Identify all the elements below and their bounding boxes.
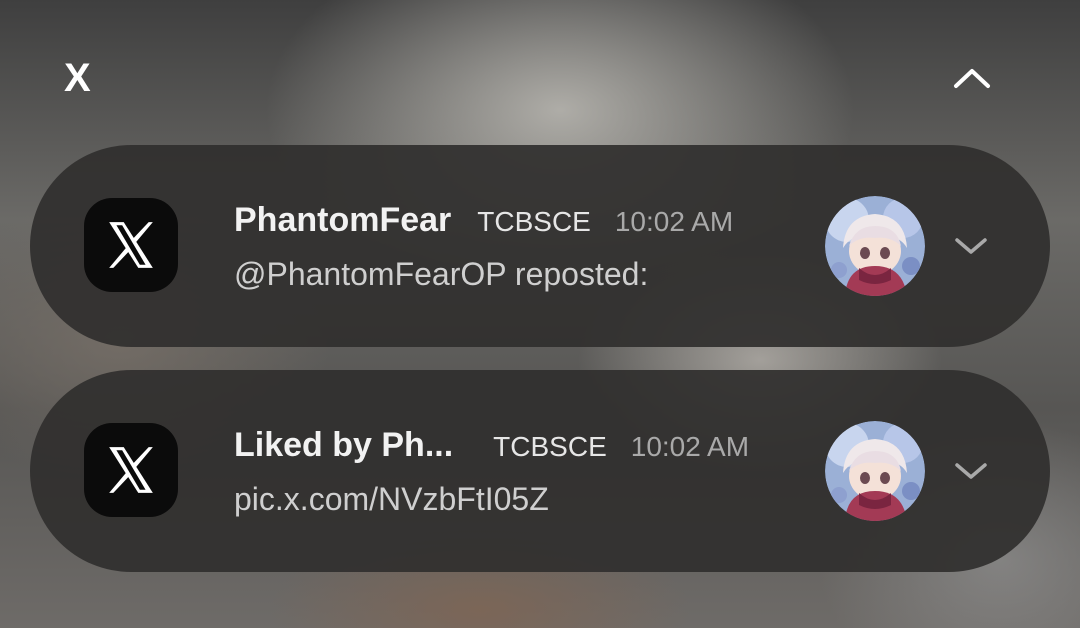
collapse-group-button[interactable] [940,52,1004,104]
notification-body: @PhantomFearOP reposted: [234,256,649,292]
notification-card-like[interactable]: Liked by Ph... TCBSCE 10:02 AM pic.x.com… [30,370,1050,572]
x-logo-icon [84,198,178,292]
chevron-down-icon [955,238,987,254]
notification-card-repost[interactable]: PhantomFear TCBSCE 10:02 AM @PhantomFear… [30,145,1050,347]
sender-avatar[interactable] [825,421,925,521]
notification-time: 10:02 AM [630,431,750,462]
sender-avatar[interactable] [825,196,925,296]
expand-notification-button[interactable] [946,223,996,269]
notification-account: TCBSCE [493,431,607,462]
notification-title: Liked by Ph... [234,426,454,464]
app-name: X [64,56,91,100]
notification-title: PhantomFear [234,201,452,239]
expand-notification-button[interactable] [946,448,996,494]
chevron-up-icon [954,69,990,88]
notification-time: 10:02 AM [614,206,734,237]
notification-account: TCBSCE [477,206,591,237]
notification-headline: PhantomFear TCBSCE 10:02 AM [234,201,733,243]
notification-headline: Liked by Ph... TCBSCE 10:02 AM [234,426,749,468]
notification-group-header: X [0,0,1080,150]
notification-body: pic.x.com/NVzbFtI05Z [234,481,549,517]
chevron-down-icon [955,463,987,479]
x-logo-icon [84,423,178,517]
